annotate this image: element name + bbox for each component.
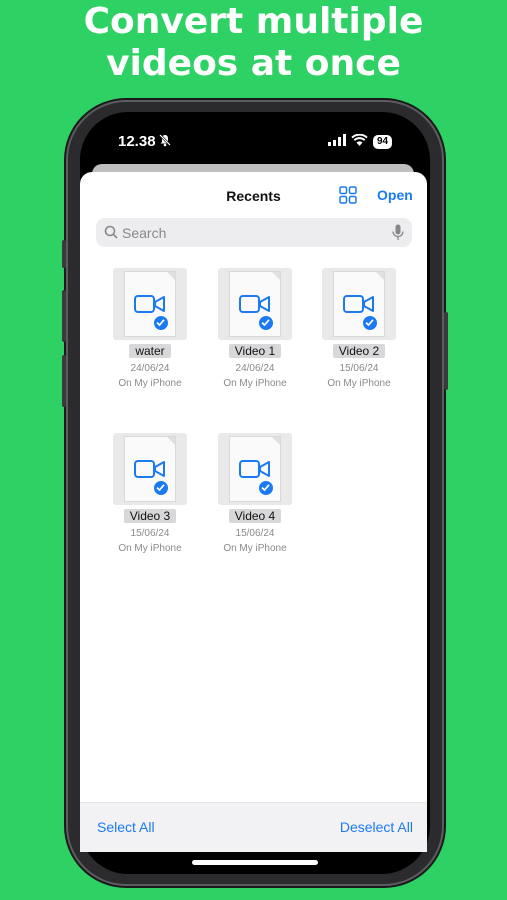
file-date: 15/06/24	[130, 528, 170, 539]
grid-view-icon[interactable]	[339, 186, 357, 209]
video-camera-icon	[134, 460, 165, 478]
mute-switch	[62, 240, 66, 268]
select-all-button[interactable]: Select All	[97, 819, 155, 835]
document-icon	[125, 437, 175, 501]
headline-line-1: Convert multiple	[83, 1, 424, 42]
file-date: 15/06/24	[235, 528, 275, 539]
file-location: On My iPhone	[327, 378, 391, 389]
selected-check-icon	[258, 315, 274, 331]
file-picker-sheet: Recents Open Search water 24/06/24 On My…	[80, 172, 427, 852]
file-thumbnail	[218, 433, 292, 505]
deselect-all-button[interactable]: Deselect All	[340, 819, 413, 835]
search-field[interactable]: Search	[96, 218, 412, 247]
file-item[interactable]: Video 1 24/06/24 On My iPhone	[205, 268, 305, 391]
status-time: 12.38	[118, 133, 156, 150]
file-date: 15/06/24	[339, 363, 379, 374]
file-name: water	[129, 344, 171, 358]
file-thumbnail	[113, 268, 187, 340]
picker-title: Recents	[226, 188, 281, 204]
video-camera-icon	[343, 295, 374, 313]
selected-check-icon	[153, 480, 169, 496]
file-item[interactable]: Video 3 15/06/24 On My iPhone	[100, 433, 200, 556]
open-button[interactable]: Open	[377, 187, 413, 203]
document-icon	[334, 272, 384, 336]
document-icon	[230, 437, 280, 501]
file-item[interactable]: Video 4 15/06/24 On My iPhone	[205, 433, 305, 556]
file-thumbnail	[113, 433, 187, 505]
cellular-signal-icon	[328, 133, 346, 151]
file-name: Video 2	[332, 344, 386, 358]
file-thumbnail	[218, 268, 292, 340]
microphone-icon[interactable]	[392, 224, 404, 246]
file-location: On My iPhone	[118, 543, 182, 554]
search-placeholder: Search	[122, 225, 167, 241]
bottom-toolbar: Select All Deselect All	[80, 802, 427, 852]
wifi-icon	[351, 133, 368, 151]
file-name: Video 3	[123, 509, 177, 523]
file-date: 24/06/24	[235, 363, 275, 374]
document-icon	[230, 272, 280, 336]
file-name: Video 1	[228, 344, 282, 358]
file-date: 24/06/24	[130, 363, 170, 374]
headline-line-2: videos at once	[106, 43, 401, 84]
search-icon	[104, 225, 118, 244]
dynamic-island	[200, 117, 304, 157]
file-name: Video 4	[228, 509, 282, 523]
selected-check-icon	[153, 315, 169, 331]
volume-up-button	[62, 290, 66, 342]
selected-check-icon	[362, 315, 378, 331]
file-item[interactable]: Video 2 15/06/24 On My iPhone	[309, 268, 409, 391]
file-item[interactable]: water 24/06/24 On My iPhone	[100, 268, 200, 391]
promo-headline: Convert multiple videos at once	[0, 0, 507, 85]
selected-check-icon	[258, 480, 274, 496]
volume-down-button	[62, 355, 66, 407]
video-camera-icon	[239, 295, 270, 313]
battery-indicator: 94	[373, 135, 393, 149]
video-camera-icon	[239, 460, 270, 478]
home-indicator[interactable]	[192, 860, 318, 865]
file-location: On My iPhone	[223, 543, 287, 554]
power-button	[444, 312, 448, 390]
file-location: On My iPhone	[118, 378, 182, 389]
file-thumbnail	[322, 268, 396, 340]
document-icon	[125, 272, 175, 336]
file-location: On My iPhone	[223, 378, 287, 389]
video-camera-icon	[134, 295, 165, 313]
bell-muted-icon	[158, 133, 172, 152]
